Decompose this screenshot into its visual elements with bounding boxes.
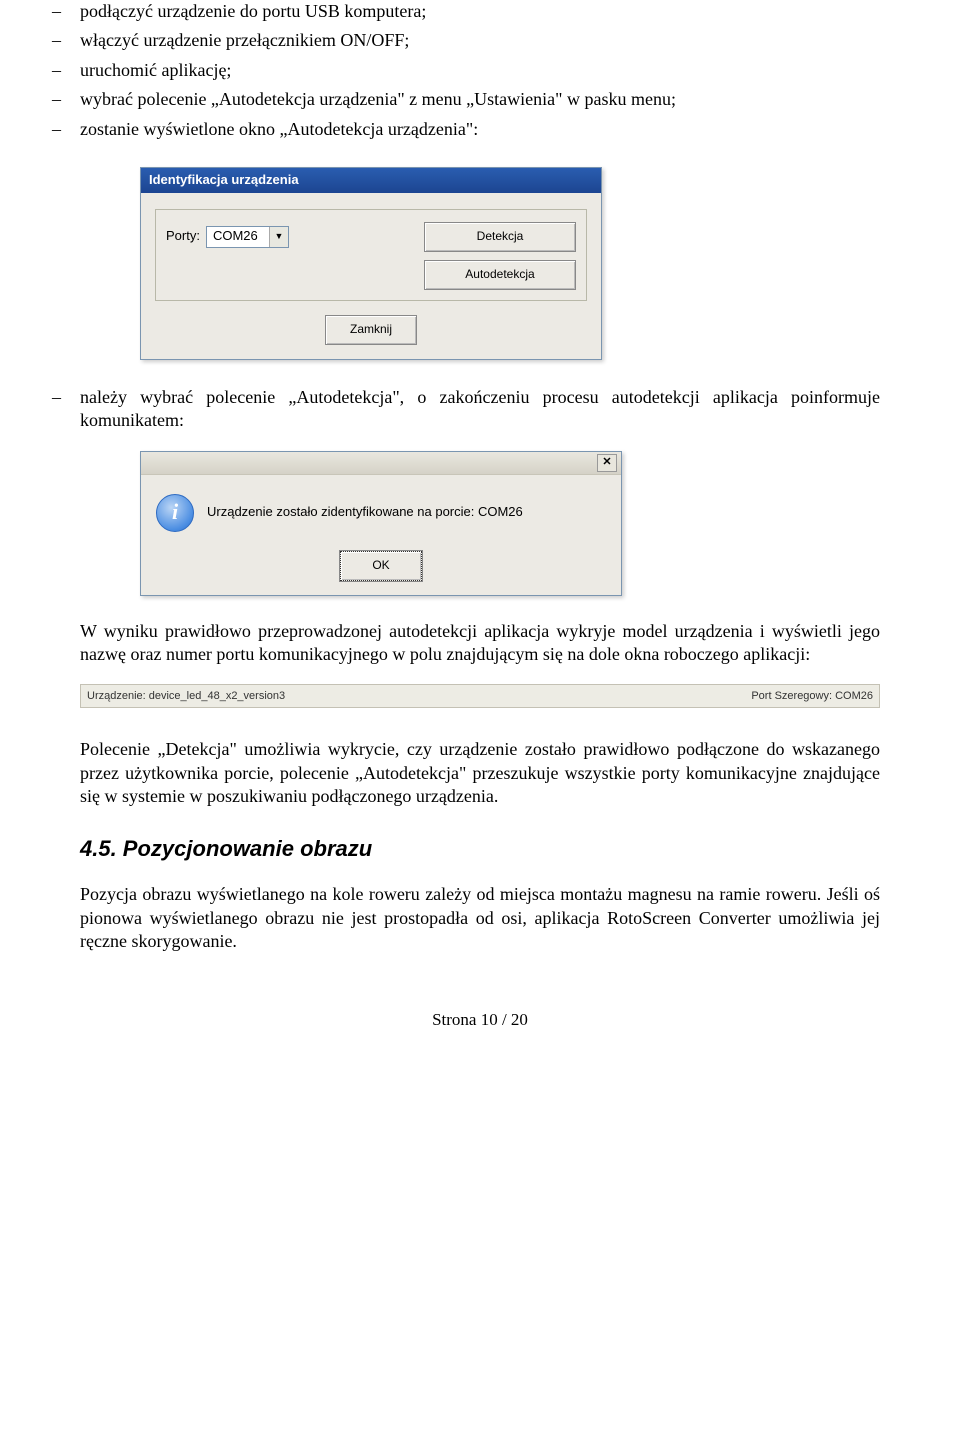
bullet-text: wybrać polecenie „Autodetekcja urządzeni… [80,88,880,111]
bullet-marker: – [52,29,80,52]
close-button[interactable]: ✕ [597,454,617,472]
bullet-text: uruchomić aplikację; [80,59,880,82]
ports-select-value: COM26 [207,228,269,245]
bullet-text: należy wybrać polecenie „Autodetekcja", … [80,386,880,433]
list-item: – włączyć urządzenie przełącznikiem ON/O… [80,29,880,52]
autodetekcja-button[interactable]: Autodetekcja [424,260,576,290]
section-heading: 4.5. Pozycjonowanie obrazu [80,835,880,864]
paragraph-polecenie: Polecenie „Detekcja" umożliwia wykrycie,… [80,738,880,808]
status-bar: Urządzenie: device_led_48_x2_version3 Po… [80,684,880,708]
ports-select[interactable]: COM26 ▼ [206,226,289,248]
bullet-marker: – [52,88,80,111]
paragraph-pozycja: Pozycja obrazu wyświetlanego na kole row… [80,883,880,953]
dialog-body: Porty: COM26 ▼ Detekcja Autodetekcja Zam… [141,193,601,359]
bullet-text: podłączyć urządzenie do portu USB komput… [80,0,880,23]
bullet-text: zostanie wyświetlone okno „Autodetekcja … [80,118,880,141]
close-icon: ✕ [602,455,611,469]
list-item: – zostanie wyświetlone okno „Autodetekcj… [80,118,880,141]
list-item: – podłączyć urządzenie do portu USB komp… [80,0,880,23]
list-item: – należy wybrać polecenie „Autodetekcja"… [80,386,880,433]
zamknij-button[interactable]: Zamknij [325,315,417,345]
message-titlebar: ✕ [141,452,621,475]
identification-dialog: Identyfikacja urządzenia Porty: COM26 ▼ … [140,167,602,360]
ports-label: Porty: [166,228,200,245]
bullet-text: włączyć urządzenie przełącznikiem ON/OFF… [80,29,880,52]
bullet-marker: – [52,0,80,23]
ok-button[interactable]: OK [340,551,422,581]
bullet-list-2: – należy wybrać polecenie „Autodetekcja"… [80,386,880,433]
message-text: Urządzenie zostało zidentyfikowane na po… [207,504,523,521]
ports-fieldset: Porty: COM26 ▼ Detekcja Autodetekcja [155,209,587,301]
status-device: Urządzenie: device_led_48_x2_version3 [87,689,285,703]
bullet-marker: – [52,386,80,433]
page-footer: Strona 10 / 20 [80,1009,880,1031]
message-dialog: ✕ i Urządzenie zostało zidentyfikowane n… [140,451,622,596]
paragraph-result: W wyniku prawidłowo przeprowadzonej auto… [80,620,880,667]
bullet-marker: – [52,59,80,82]
status-port: Port Szeregowy: COM26 [751,689,873,703]
message-body: i Urządzenie zostało zidentyfikowane na … [141,475,621,595]
detekcja-button[interactable]: Detekcja [424,222,576,252]
list-item: – wybrać polecenie „Autodetekcja urządze… [80,88,880,111]
list-item: – uruchomić aplikację; [80,59,880,82]
bullet-marker: – [52,118,80,141]
dialog-titlebar: Identyfikacja urządzenia [141,168,601,193]
chevron-down-icon[interactable]: ▼ [269,227,288,247]
info-icon-wrap: i [155,493,195,533]
info-icon: i [156,494,194,532]
bullet-list-1: – podłączyć urządzenie do portu USB komp… [80,0,880,141]
dialog-title: Identyfikacja urządzenia [149,172,299,187]
